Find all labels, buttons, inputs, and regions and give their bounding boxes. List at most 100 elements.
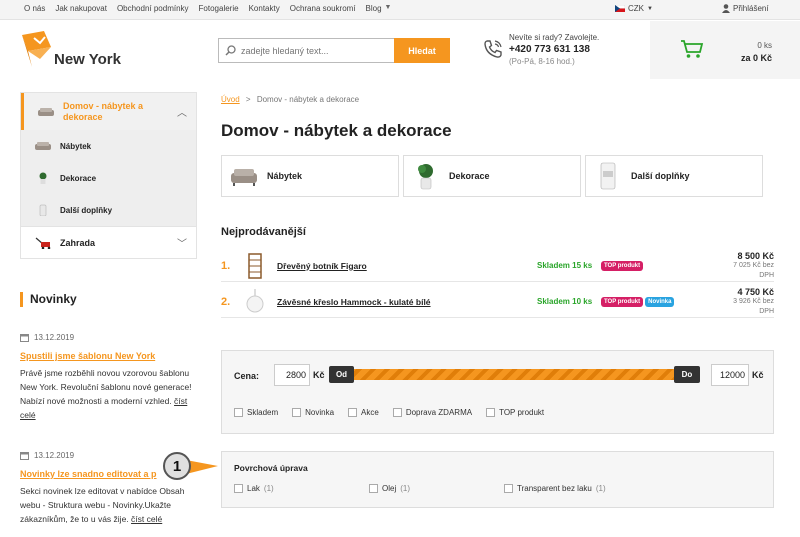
checkbox[interactable] — [369, 484, 378, 493]
cart-icon — [681, 40, 704, 58]
top-link-blog[interactable]: Blog — [366, 4, 382, 13]
contact-info: Nevíte si rady? Zavolejte. +420 773 631 … — [509, 32, 599, 68]
flag-icon — [615, 5, 625, 12]
sidebar-item-label: Domov - nábytek a dekorace — [63, 100, 144, 122]
cart[interactable]: 0 ks za 0 Kč — [650, 21, 800, 79]
checkbox-label: Lak — [247, 484, 260, 493]
price-range-track[interactable] — [348, 369, 676, 380]
plant-icon — [39, 172, 47, 184]
checkbox[interactable] — [392, 408, 402, 417]
sidebar-item-home-decor[interactable]: Domov - nábytek a dekorace ︿ — [21, 93, 196, 130]
chevron-down-icon: ▼ — [647, 5, 653, 12]
sidebar-item-garden[interactable]: Zahrada ﹀ — [21, 226, 196, 258]
read-more-link[interactable]: číst celé — [131, 514, 162, 524]
price-max-input[interactable]: 12000 — [711, 364, 749, 386]
top-bar: O nás Jak nakupovat Obchodní podmínky Fo… — [0, 0, 800, 20]
chevron-down-icon[interactable]: ▼ — [385, 4, 392, 13]
filter-free-shipping[interactable]: Doprava ZDARMA — [392, 408, 473, 417]
chevron-down-icon[interactable]: ﹀ — [177, 235, 187, 250]
top-link-contacts[interactable]: Kontakty — [249, 4, 280, 13]
checkbox[interactable] — [504, 484, 513, 493]
plant-image — [418, 164, 433, 190]
checkbox-label: Novinka — [305, 408, 335, 417]
news-date-text: 13.12.2019 — [34, 333, 75, 342]
top-link-about[interactable]: O nás — [24, 4, 45, 13]
jar-image — [600, 162, 616, 190]
filter-top-product[interactable]: TOP produkt — [486, 408, 544, 417]
news-headline[interactable]: Spustili jsme šablonu New York — [20, 351, 205, 361]
price-min-unit: Kč — [313, 370, 325, 380]
annotation-arrow-icon — [186, 460, 218, 474]
sidebar-item-accessories[interactable]: Další doplňky — [21, 194, 196, 226]
checkbox-label: Doprava ZDARMA — [405, 408, 473, 417]
phone-number[interactable]: +420 773 631 138 — [509, 44, 599, 56]
checkbox-label: Akce — [361, 408, 379, 417]
filter-transparent[interactable]: Transparent bez laku (1) — [504, 484, 606, 493]
bestseller-row[interactable]: 2. Závěsné křeslo Hammock - kulaté bílé … — [221, 286, 774, 318]
breadcrumb-separator: > — [245, 95, 251, 104]
checkbox[interactable] — [292, 408, 302, 417]
top-product-badge: TOP produkt — [601, 260, 644, 271]
sidebar-item-label: Další doplňky — [60, 205, 113, 215]
news-body: Právě jsme rozběhli novou vzorovou šablo… — [20, 366, 205, 422]
search-field-wrapper[interactable] — [218, 38, 394, 63]
checkbox[interactable] — [234, 408, 243, 417]
filter-sale[interactable]: Akce — [348, 408, 379, 417]
checkbox-label: Transparent bez laku — [517, 484, 592, 493]
category-tile-accessories[interactable]: Další doplňky — [585, 155, 763, 197]
search-icon — [225, 45, 236, 56]
price-min-handle[interactable]: Od — [329, 366, 354, 383]
sofa-image — [231, 169, 257, 186]
filter-checkboxes: Skladem Novinka Akce Doprava ZDARMA TOP … — [234, 408, 544, 417]
product-name-link[interactable]: Dřevěný botník Figaro — [277, 261, 537, 271]
filter-oil[interactable]: Olej (1) — [369, 484, 410, 493]
category-tile-decorations[interactable]: Dekorace — [403, 155, 581, 197]
shoe-rack-image — [248, 252, 262, 279]
news-date-text: 13.12.2019 — [34, 451, 75, 460]
header: New York Hledat Nevíte si rady? Zavolejt… — [0, 21, 800, 79]
news-body-text: Právě jsme rozběhli novou vzorovou šablo… — [20, 368, 192, 406]
sidebar-item-furniture[interactable]: Nábytek — [21, 130, 196, 162]
product-price: 4 750 Kč 3 926 Kč bez DPH — [731, 287, 774, 317]
top-nav: O nás Jak nakupovat Obchodní podmínky Fo… — [24, 4, 401, 13]
filter-in-stock[interactable]: Skladem — [234, 408, 278, 417]
surface-finish-title: Povrchová úprava — [234, 463, 308, 473]
filter-new[interactable]: Novinka — [292, 408, 334, 417]
product-badges: TOP produkt Novinka — [601, 296, 731, 307]
checkbox[interactable] — [348, 408, 358, 417]
category-tile-furniture[interactable]: Nábytek — [221, 155, 399, 197]
checkbox[interactable] — [234, 484, 243, 493]
chevron-up-icon[interactable]: ︿ — [177, 104, 187, 119]
top-link-gallery[interactable]: Fotogalerie — [199, 4, 239, 13]
price-filter: Cena: 2800 Kč Od Do 12000 Kč Skladem Nov… — [221, 350, 774, 434]
sidebar-item-decorations[interactable]: Dekorace — [21, 162, 196, 194]
category-tile-label: Dekorace — [449, 171, 490, 181]
currency-select[interactable]: CZK ▼ — [615, 4, 653, 13]
news-date: 13.12.2019 — [20, 333, 205, 342]
filter-lacquer[interactable]: Lak (1) — [234, 484, 274, 493]
rank-number: 1. — [221, 259, 231, 272]
price-max-handle[interactable]: Do — [674, 366, 700, 383]
top-link-terms[interactable]: Obchodní podmínky — [117, 4, 189, 13]
product-badges: TOP produkt — [601, 260, 731, 271]
surface-finish-filter: Povrchová úprava Lak (1) Olej (1) Transpar… — [221, 451, 774, 508]
search-input[interactable] — [241, 45, 391, 56]
opening-hours: (Po-Pá, 8-16 hod.) — [509, 57, 575, 66]
price-min-input[interactable]: 2800 — [274, 364, 310, 386]
breadcrumb-home-link[interactable]: Úvod — [221, 95, 240, 104]
login-link[interactable]: Přihlášení — [722, 4, 769, 13]
price-without-vat: 3 926 Kč bez DPH — [733, 297, 774, 315]
rank-number: 2. — [221, 295, 231, 308]
page-title: Domov - nábytek a dekorace — [221, 121, 452, 140]
search-button[interactable]: Hledat — [394, 38, 450, 63]
sidebar-item-label: Zahrada — [60, 237, 96, 248]
top-link-privacy[interactable]: Ochrana soukromí — [290, 4, 356, 13]
logo-text[interactable]: New York — [54, 51, 121, 68]
product-name-link[interactable]: Závěsné křeslo Hammock - kulaté bílé — [277, 297, 537, 307]
bestsellers-title: Nejprodávanější — [221, 226, 306, 238]
new-product-badge: Novinka — [645, 296, 675, 307]
checkbox[interactable] — [486, 408, 496, 417]
top-link-how-to-buy[interactable]: Jak nakupovat — [55, 4, 107, 13]
search-bar: Hledat — [218, 38, 450, 63]
bestseller-row[interactable]: 1. Dřevěný botník Figaro Skladem 15 ks T… — [221, 250, 774, 282]
